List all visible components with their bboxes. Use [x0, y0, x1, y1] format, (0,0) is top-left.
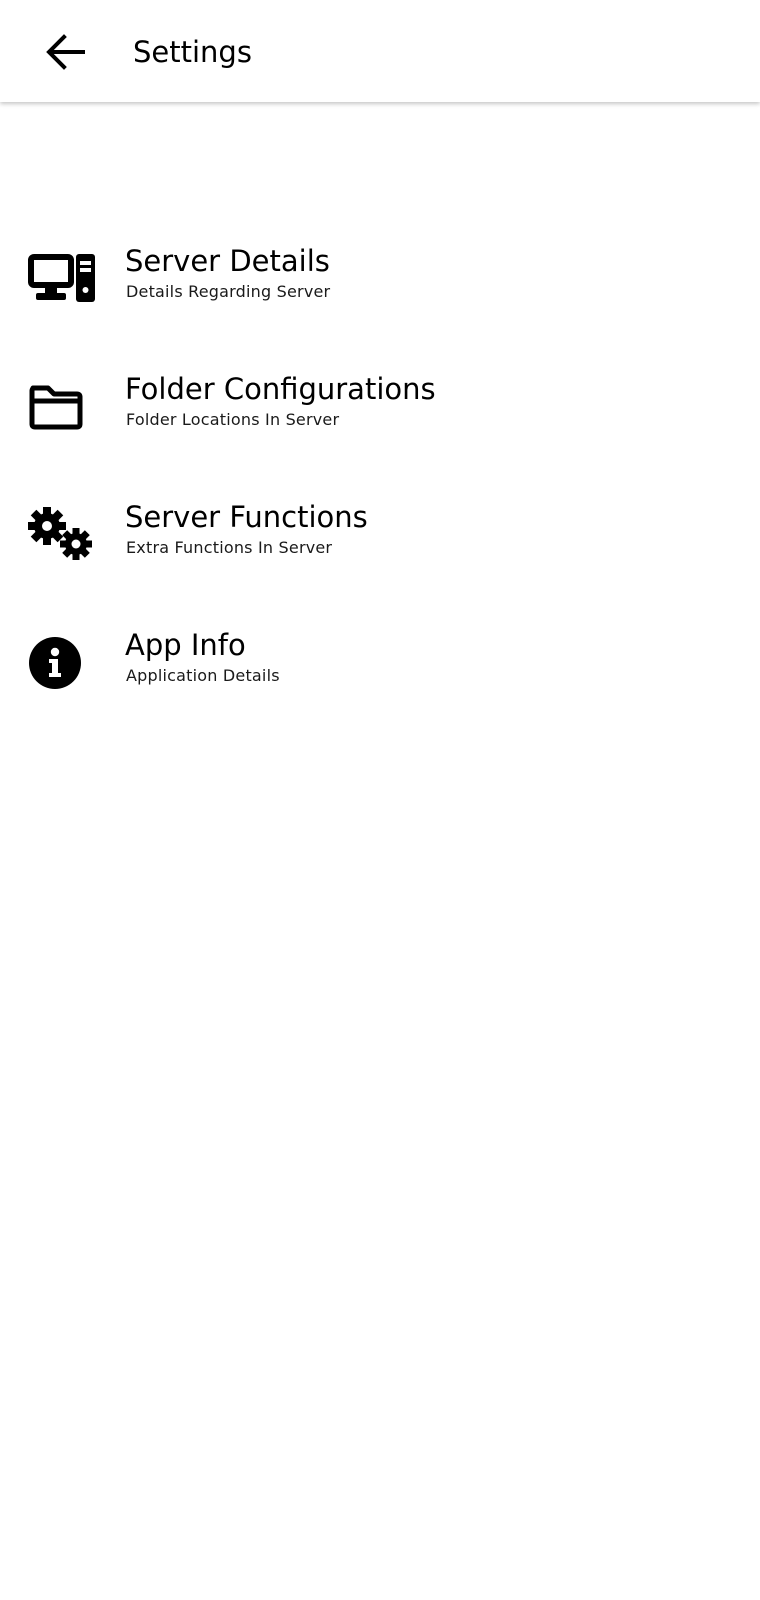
- settings-item-subtitle: Folder Locations In Server: [126, 410, 340, 429]
- settings-item-title: App Info: [125, 628, 246, 662]
- settings-item-title: Server Details: [125, 244, 330, 278]
- settings-item-subtitle: Details Regarding Server: [126, 282, 331, 301]
- gears-icon: [28, 471, 98, 599]
- settings-item-subtitle: Application Details: [126, 666, 280, 685]
- settings-item-subtitle: Extra Functions In Server: [126, 538, 333, 557]
- folder-icon: [28, 343, 98, 471]
- settings-item-server-functions[interactable]: Server Functions Extra Functions In Serv…: [0, 471, 760, 599]
- desktop-tower-icon: [28, 215, 98, 343]
- back-button[interactable]: [36, 26, 94, 78]
- settings-item-title: Server Functions: [125, 500, 368, 534]
- settings-item-title: Folder Configurations: [125, 372, 436, 406]
- settings-item-app-info[interactable]: App Info Application Details: [0, 599, 760, 727]
- app-bar: Settings: [0, 0, 760, 102]
- arrow-left-icon: [46, 34, 85, 70]
- info-circle-icon: [28, 599, 98, 727]
- settings-item-server-details[interactable]: Server Details Details Regarding Server: [0, 215, 760, 343]
- settings-item-folder-configurations[interactable]: Folder Configurations Folder Locations I…: [0, 343, 760, 471]
- page-title: Settings: [133, 35, 252, 69]
